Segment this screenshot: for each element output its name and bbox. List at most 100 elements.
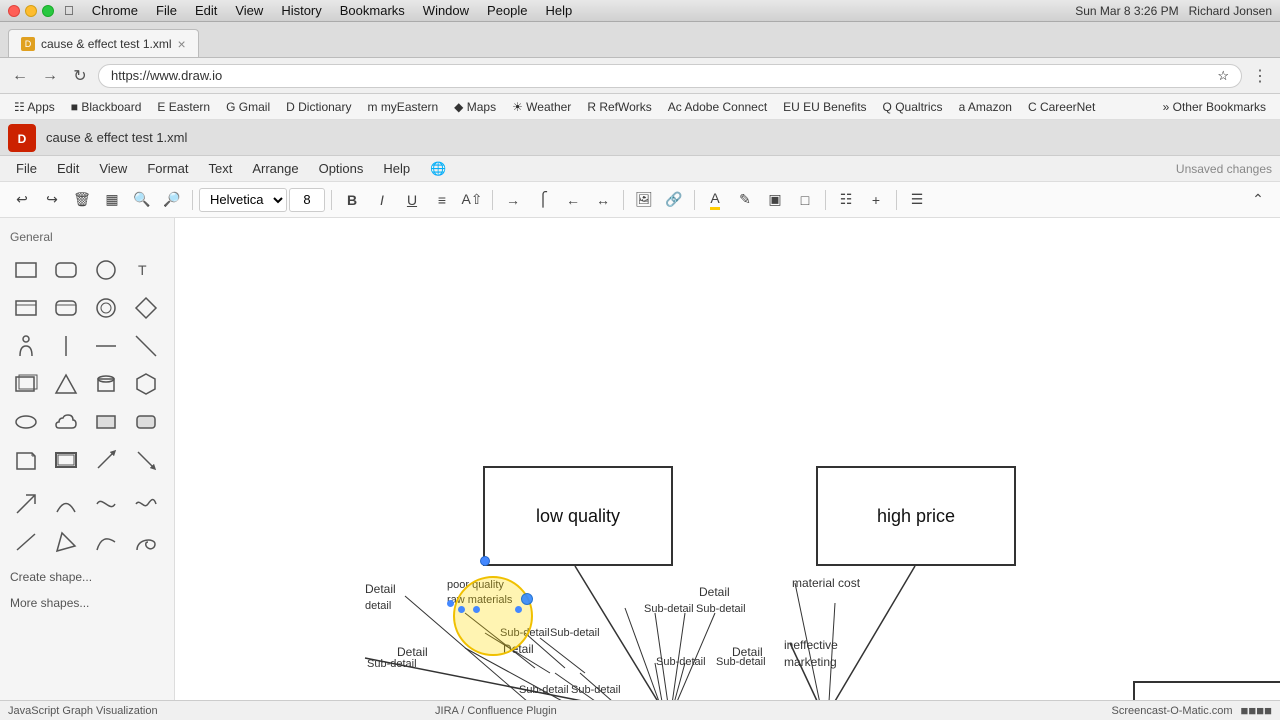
shape-ellipse-h[interactable] xyxy=(8,404,44,440)
arrow-right-button[interactable]: → xyxy=(499,186,527,214)
menu-view[interactable]: View xyxy=(91,159,135,178)
traffic-lights[interactable] xyxy=(8,5,54,17)
shape-diag1[interactable] xyxy=(88,442,124,478)
chrome-menu[interactable]: Chrome xyxy=(92,3,138,18)
diagram-canvas[interactable]: low quality high price low customersatis… xyxy=(175,218,1280,720)
select-button[interactable]: ▦ xyxy=(98,186,126,214)
menu-help[interactable]: Help xyxy=(375,159,418,178)
menu-options[interactable]: Options xyxy=(311,159,372,178)
arrow-both-button[interactable]: ↔ xyxy=(589,186,617,214)
shape-wave[interactable] xyxy=(128,486,164,522)
shape-spiral[interactable] xyxy=(128,524,164,560)
high-price-box[interactable]: high price xyxy=(816,466,1016,566)
redo-button[interactable]: ↪ xyxy=(38,186,66,214)
shape-arrow-up-right[interactable] xyxy=(8,486,44,522)
delete-button[interactable]: 🗑 xyxy=(68,186,96,214)
fill-rect-button[interactable]: ▣ xyxy=(761,186,789,214)
shape-triangle[interactable] xyxy=(48,366,84,402)
view-menu-mac[interactable]: View xyxy=(235,3,263,18)
shape-line-h[interactable] xyxy=(88,328,124,364)
shape-pencil[interactable] xyxy=(48,524,84,560)
italic-button[interactable]: I xyxy=(368,186,396,214)
add-button[interactable]: + xyxy=(862,186,890,214)
format-panel-button[interactable]: ☰ xyxy=(903,186,931,214)
fill-color-button[interactable]: A xyxy=(701,186,729,214)
selection-handle[interactable] xyxy=(480,556,490,566)
bookmark-refworks[interactable]: R RefWorks xyxy=(581,98,657,116)
font-selector[interactable]: Helvetica xyxy=(199,188,287,212)
people-menu-mac[interactable]: People xyxy=(487,3,527,18)
shape-curve1[interactable] xyxy=(48,486,84,522)
shape-diamond[interactable] xyxy=(128,290,164,326)
menu-file[interactable]: File xyxy=(8,159,45,178)
grid-button[interactable]: ☷ xyxy=(832,186,860,214)
history-menu-mac[interactable]: History xyxy=(281,3,321,18)
bookmark-weather[interactable]: ☀ Weather xyxy=(506,98,577,116)
edit-menu-mac[interactable]: Edit xyxy=(195,3,217,18)
bookmark-myeastern[interactable]: m myEastern xyxy=(361,98,444,116)
low-quality-box[interactable]: low quality xyxy=(483,466,673,566)
font-size-up-button[interactable]: A⇧ xyxy=(458,186,486,214)
browser-tab[interactable]: D cause & effect test 1.xml × xyxy=(8,29,199,57)
close-window-button[interactable] xyxy=(8,5,20,17)
connection-dot-1[interactable] xyxy=(447,600,454,607)
shape-rounded2[interactable] xyxy=(48,290,84,326)
bookmark-gmail[interactable]: G Gmail xyxy=(220,98,276,116)
align-center-button[interactable]: ≡ xyxy=(428,186,456,214)
shape-circle2[interactable] xyxy=(88,290,124,326)
shape-rect2[interactable] xyxy=(8,290,44,326)
help-menu-mac[interactable]: Help xyxy=(546,3,573,18)
zoom-out-button[interactable]: 🔎 xyxy=(158,186,186,214)
shape-double-rect[interactable] xyxy=(8,366,44,402)
collapse-button[interactable]: ⌃ xyxy=(1244,186,1272,214)
shape-text[interactable]: T xyxy=(128,252,164,288)
connection-dot-2[interactable] xyxy=(458,606,465,613)
shape-curve3[interactable] xyxy=(88,524,124,560)
reload-button[interactable]: ↻ xyxy=(68,64,92,88)
settings-button[interactable]: ⋮ xyxy=(1248,64,1272,88)
shape-rect4[interactable] xyxy=(48,442,84,478)
shape-circle[interactable] xyxy=(88,252,124,288)
bookmark-careernet[interactable]: C CareerNet xyxy=(1022,98,1101,116)
close-tab-button[interactable]: × xyxy=(178,36,186,52)
zoom-in-button[interactable]: 🔍 xyxy=(128,186,156,214)
line-color-button[interactable]: ✎ xyxy=(731,186,759,214)
border-rect-button[interactable]: □ xyxy=(791,186,819,214)
shape-cylinder[interactable] xyxy=(88,366,124,402)
bookmark-adobe[interactable]: Ac Adobe Connect xyxy=(662,98,773,116)
minimize-window-button[interactable] xyxy=(25,5,37,17)
connection-dot-4[interactable] xyxy=(515,606,522,613)
shape-cloud[interactable] xyxy=(48,404,84,440)
shape-note[interactable] xyxy=(8,442,44,478)
create-shape-link[interactable]: Create shape... xyxy=(0,564,174,590)
bookmark-apps[interactable]: ☷ Apps xyxy=(8,98,61,116)
menu-format[interactable]: Format xyxy=(139,159,196,178)
globe-icon[interactable]: 🌐 xyxy=(422,159,454,179)
bookmark-eastern[interactable]: E Eastern xyxy=(151,98,216,116)
forward-button[interactable]: → xyxy=(38,64,62,88)
url-bar[interactable]: https://www.draw.io ☆ xyxy=(98,64,1242,88)
corner-button[interactable]: ⎧ xyxy=(529,186,557,214)
maximize-window-button[interactable] xyxy=(42,5,54,17)
underline-button[interactable]: U xyxy=(398,186,426,214)
menu-arrange[interactable]: Arrange xyxy=(244,159,306,178)
link-button[interactable]: 🔗 xyxy=(660,186,688,214)
file-menu-mac[interactable]: File xyxy=(156,3,177,18)
shape-rounded3[interactable] xyxy=(128,404,164,440)
bookmark-amazon[interactable]: a Amazon xyxy=(953,98,1018,116)
more-bookmarks-button[interactable]: » Other Bookmarks xyxy=(1157,98,1272,116)
image-button[interactable]: 🖼 xyxy=(630,186,658,214)
shape-rounded-rect[interactable] xyxy=(48,252,84,288)
window-menu-mac[interactable]: Window xyxy=(423,3,469,18)
shape-rectangle[interactable] xyxy=(8,252,44,288)
arrow-left-button[interactable]: ← xyxy=(559,186,587,214)
bookmark-blackboard[interactable]: ■ Blackboard xyxy=(65,98,148,116)
shape-person[interactable] xyxy=(8,328,44,364)
connection-dot-3[interactable] xyxy=(473,606,480,613)
bookmark-star-icon[interactable]: ☆ xyxy=(1217,68,1229,84)
shape-line-v[interactable] xyxy=(48,328,84,364)
bookmark-maps[interactable]: ◆ Maps xyxy=(448,98,502,116)
font-size-input[interactable] xyxy=(289,188,325,212)
bookmarks-menu-mac[interactable]: Bookmarks xyxy=(340,3,405,18)
shape-curve2[interactable] xyxy=(88,486,124,522)
